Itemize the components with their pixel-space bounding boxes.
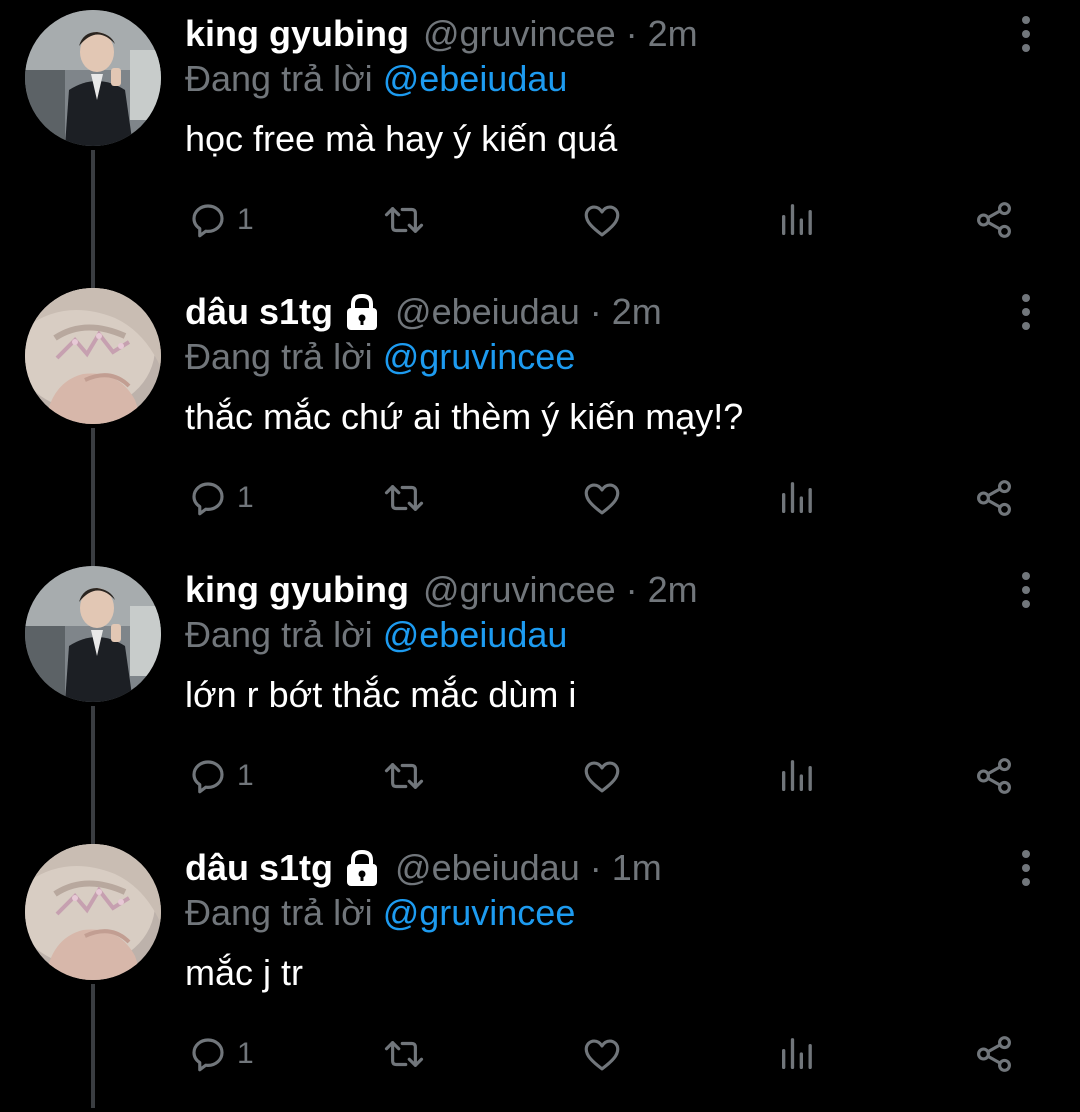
retweet-button[interactable] [381, 746, 427, 806]
reply-button[interactable]: 1 [187, 1024, 254, 1084]
tweet-text: học free mà hay ý kiến quá [185, 118, 618, 159]
username-handle[interactable]: @gruvincee [423, 13, 616, 55]
like-icon [584, 761, 620, 793]
reply-icon [192, 760, 224, 794]
analytics-button[interactable] [777, 1024, 817, 1084]
share-button[interactable] [973, 746, 1015, 806]
action-bar: 1 [185, 746, 1035, 806]
share-icon [977, 758, 1011, 794]
timestamp[interactable]: 2m [648, 13, 698, 55]
more-options-icon[interactable] [1014, 14, 1038, 54]
tweet-text: mắc j tr [185, 952, 304, 993]
reply-count: 1 [237, 759, 254, 792]
like-button[interactable] [581, 468, 623, 528]
like-icon [584, 205, 620, 237]
username-handle[interactable]: @ebeiudau [395, 847, 580, 889]
retweet-icon [384, 485, 424, 511]
display-name[interactable]: dâu s1tg [185, 291, 333, 333]
mention-link[interactable]: @ebeiudau [383, 614, 568, 655]
tweet-text: thắc mắc chứ ai thèm ý kiến mạy!? [185, 396, 744, 437]
analytics-button[interactable] [777, 190, 817, 250]
username-handle[interactable]: @ebeiudau [395, 291, 580, 333]
separator-dot: · [625, 13, 638, 54]
replying-to-label: Đang trả lời [185, 614, 373, 655]
retweet-button[interactable] [381, 190, 427, 250]
retweet-icon [384, 207, 424, 233]
analytics-icon [782, 204, 812, 235]
lock-icon [343, 292, 381, 332]
separator-dot: · [625, 569, 638, 610]
reply-button[interactable]: 1 [187, 190, 254, 250]
mention-link[interactable]: @gruvincee [383, 336, 576, 377]
replying-to: Đang trả lời @gruvincee [185, 892, 575, 934]
like-button[interactable] [581, 746, 623, 806]
reply-icon [192, 482, 224, 516]
retweet-button[interactable] [381, 1024, 427, 1084]
share-icon [977, 480, 1011, 516]
tweet[interactable]: dâu s1tg @ebeiudau · 1m Đang trả lời @gr… [0, 834, 1080, 1112]
replying-to-label: Đang trả lời [185, 892, 373, 933]
like-icon [584, 483, 620, 515]
retweet-icon [384, 763, 424, 789]
timestamp[interactable]: 1m [612, 847, 662, 889]
separator-dot: · [589, 291, 602, 332]
action-bar: 1 [185, 1024, 1035, 1084]
analytics-icon [782, 482, 812, 513]
timestamp[interactable]: 2m [612, 291, 662, 333]
more-options-icon[interactable] [1014, 570, 1038, 610]
tweet[interactable]: king gyubing @gruvincee · 2m Đang trả lờ… [0, 556, 1080, 834]
more-options-icon[interactable] [1014, 292, 1038, 332]
username-handle[interactable]: @gruvincee [423, 569, 616, 611]
reply-icon [192, 204, 224, 238]
replying-to: Đang trả lời @gruvincee [185, 336, 575, 378]
avatar[interactable] [25, 566, 161, 702]
mention-link[interactable]: @gruvincee [383, 892, 576, 933]
reply-icon [192, 1038, 224, 1072]
action-bar: 1 [185, 468, 1035, 528]
separator-dot: · [589, 847, 602, 888]
like-button[interactable] [581, 1024, 623, 1084]
more-options-icon[interactable] [1014, 848, 1038, 888]
display-name[interactable]: dâu s1tg [185, 847, 333, 889]
like-icon [584, 1039, 620, 1071]
reply-count: 1 [237, 203, 254, 236]
retweet-button[interactable] [381, 468, 427, 528]
timestamp[interactable]: 2m [648, 569, 698, 611]
retweet-icon [384, 1041, 424, 1067]
tweet[interactable]: dâu s1tg @ebeiudau · 2m Đang trả lời @gr… [0, 278, 1080, 556]
analytics-icon [782, 760, 812, 791]
reply-count: 1 [237, 481, 254, 514]
share-button[interactable] [973, 190, 1015, 250]
replying-to-label: Đang trả lời [185, 336, 373, 377]
share-button[interactable] [973, 468, 1015, 528]
mention-link[interactable]: @ebeiudau [383, 58, 568, 99]
avatar[interactable] [25, 844, 161, 980]
display-name[interactable]: king gyubing [185, 569, 409, 611]
analytics-button[interactable] [777, 746, 817, 806]
replying-to: Đang trả lời @ebeiudau [185, 614, 567, 656]
avatar[interactable] [25, 10, 161, 146]
share-button[interactable] [973, 1024, 1015, 1084]
share-icon [977, 1036, 1011, 1072]
reply-button[interactable]: 1 [187, 746, 254, 806]
reply-button[interactable]: 1 [187, 468, 254, 528]
reply-count: 1 [237, 1037, 254, 1070]
replying-to-label: Đang trả lời [185, 58, 373, 99]
share-icon [977, 202, 1011, 238]
tweet-text: lớn r bớt thắc mắc dùm i [185, 674, 577, 715]
action-bar: 1 [185, 190, 1035, 250]
like-button[interactable] [581, 190, 623, 250]
avatar[interactable] [25, 288, 161, 424]
replying-to: Đang trả lời @ebeiudau [185, 58, 567, 100]
lock-icon [343, 848, 381, 888]
analytics-button[interactable] [777, 468, 817, 528]
tweet[interactable]: king gyubing @gruvincee · 2m Đang trả lờ… [0, 0, 1080, 278]
analytics-icon [782, 1038, 812, 1069]
display-name[interactable]: king gyubing [185, 13, 409, 55]
